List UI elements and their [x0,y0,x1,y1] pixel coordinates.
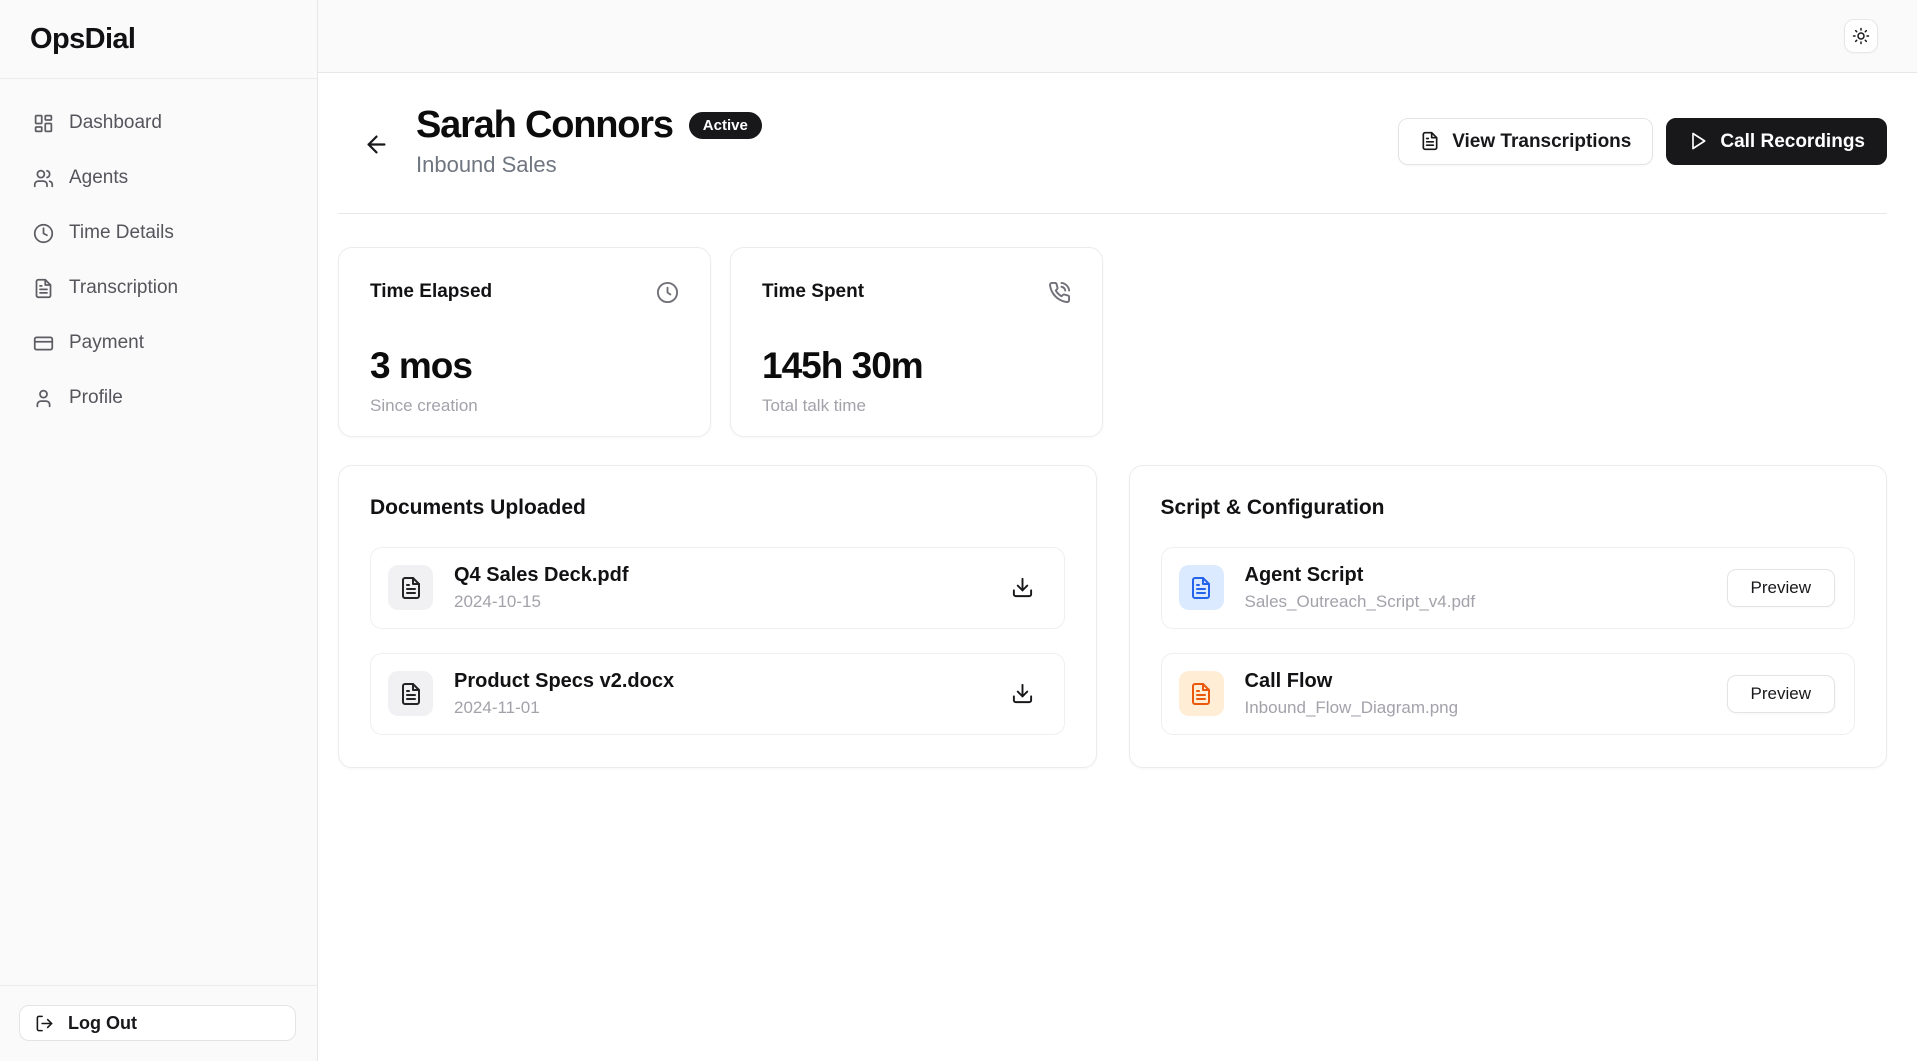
clock-icon [656,281,679,304]
documents-panel-title: Documents Uploaded [370,496,1065,520]
stat-caption: Total talk time [762,396,1071,416]
clock-icon [33,223,54,244]
view-transcriptions-label: View Transcriptions [1452,132,1631,151]
file-text-icon [1420,131,1440,151]
file-text-icon [1189,682,1213,706]
preview-button[interactable]: Preview [1727,569,1835,607]
logout-button[interactable]: Log Out [19,1005,296,1041]
logout-label: Log Out [68,1013,137,1034]
file-badge [388,565,433,610]
call-recordings-label: Call Recordings [1720,132,1865,151]
file-text-icon [399,682,423,706]
header-actions: View Transcriptions Call Recordings [1398,118,1887,165]
sidebar-item-payment[interactable]: Payment [14,321,303,365]
file-text-icon [399,576,423,600]
brand-logo: OpsDial [30,23,135,56]
sidebar-item-dashboard[interactable]: Dashboard [14,101,303,145]
document-name: Product Specs v2.docx [454,670,990,693]
stat-card-time-elapsed: Time Elapsed 3 mos Since creation [338,247,711,437]
download-icon [1011,682,1034,705]
download-button[interactable] [1011,682,1034,705]
sidebar-item-transcription[interactable]: Transcription [14,266,303,310]
main-area: Sarah Connors Active Inbound Sales View … [318,0,1917,1061]
script-config-panel-title: Script & Configuration [1161,496,1856,520]
document-row: Q4 Sales Deck.pdf 2024-10-15 [370,547,1065,629]
script-row: Call Flow Inbound_Flow_Diagram.png Previ… [1161,653,1856,735]
script-name: Agent Script [1245,564,1706,587]
sidebar-item-label: Transcription [69,277,178,299]
page-title: Sarah Connors [416,105,673,147]
stats-grid: Time Elapsed 3 mos Since creation Time S… [338,247,1887,437]
stat-caption: Since creation [370,396,679,416]
stat-value: 145h 30m [762,345,1071,387]
file-text-icon [33,278,54,299]
view-transcriptions-button[interactable]: View Transcriptions [1398,118,1653,165]
download-icon [1011,576,1034,599]
script-row: Agent Script Sales_Outreach_Script_v4.pd… [1161,547,1856,629]
page-header: Sarah Connors Active Inbound Sales View … [338,105,1887,178]
sun-icon [1852,27,1870,45]
sidebar-item-label: Dashboard [69,112,162,134]
user-icon [33,388,54,409]
sidebar-header: OpsDial [0,0,317,79]
sidebar-item-agents[interactable]: Agents [14,156,303,200]
sidebar-item-label: Profile [69,387,123,409]
call-recordings-button[interactable]: Call Recordings [1666,118,1887,165]
documents-panel: Documents Uploaded [338,465,1097,768]
panels: Documents Uploaded [338,465,1887,768]
sidebar-item-profile[interactable]: Profile [14,376,303,420]
stat-value: 3 mos [370,345,679,387]
title-block: Sarah Connors Active Inbound Sales [416,105,762,178]
sidebar-footer: Log Out [0,985,317,1061]
file-badge [1179,565,1224,610]
theme-toggle-button[interactable] [1844,19,1878,53]
sidebar-item-label: Agents [69,167,128,189]
document-row: Product Specs v2.docx 2024-11-01 [370,653,1065,735]
script-name: Call Flow [1245,670,1706,693]
sidebar: OpsDial Dashboard Agents [0,0,318,1061]
users-icon [33,168,54,189]
document-name: Q4 Sales Deck.pdf [454,564,990,587]
preview-button[interactable]: Preview [1727,675,1835,713]
stat-card-time-spent: Time Spent 145h 30m Total talk time [730,247,1103,437]
sidebar-item-time-details[interactable]: Time Details [14,211,303,255]
document-date: 2024-10-15 [454,592,990,612]
arrow-left-icon [363,131,390,158]
file-text-icon [1189,576,1213,600]
sidebar-item-label: Time Details [69,222,174,244]
download-button[interactable] [1011,576,1034,599]
credit-card-icon [33,333,54,354]
script-config-panel: Script & Configuration [1129,465,1888,768]
file-badge [388,671,433,716]
file-badge [1179,671,1224,716]
sidebar-item-label: Payment [69,332,144,354]
status-badge: Active [689,112,762,139]
dashboard-icon [33,113,54,134]
header-divider [338,213,1887,214]
document-date: 2024-11-01 [454,698,990,718]
stat-label: Time Elapsed [370,281,492,303]
sidebar-nav: Dashboard Agents Time Details [0,79,317,442]
back-button[interactable] [363,131,390,158]
logout-icon [35,1014,54,1033]
play-icon [1688,131,1708,151]
script-filename: Inbound_Flow_Diagram.png [1245,698,1706,718]
phone-call-icon [1048,281,1071,304]
page-content: Sarah Connors Active Inbound Sales View … [318,73,1917,1061]
stat-label: Time Spent [762,281,864,303]
script-filename: Sales_Outreach_Script_v4.pdf [1245,592,1706,612]
topbar [318,0,1917,73]
page-subtitle: Inbound Sales [416,152,762,178]
